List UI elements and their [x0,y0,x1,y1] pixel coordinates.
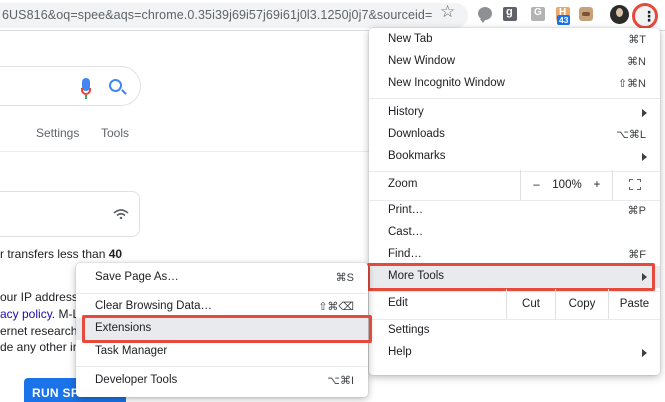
info-text-line: acy policy. M-La [0,307,86,321]
menu-item-new-incognito-window[interactable]: New Incognito Window ⇧⌘N [369,73,660,95]
menu-item-label: Find… [388,248,422,260]
menu-item-zoom: Zoom – 100% + [369,170,660,200]
edit-cut-button[interactable]: Cut [506,289,555,319]
menu-item-downloads[interactable]: Downloads ⌥⌘L [369,124,660,146]
menu-item-label: Help [388,346,412,358]
menu-item-history[interactable]: History [369,102,660,124]
search-icon[interactable] [109,79,122,92]
menu-item-shortcut: ⇧⌘⌫ [318,301,354,313]
menu-item-label: Task Manager [95,345,168,357]
divider [0,151,380,152]
menu-item-edit: Edit Cut Copy Paste [369,289,660,319]
menu-item-label: New Tab [388,33,433,45]
more-tools-submenu: Save Page As… ⌘S Clear Browsing Data… ⇧⌘… [76,263,372,397]
menu-item-label: Zoom [388,178,418,190]
menu-item-new-window[interactable]: New Window ⌘N [369,51,660,73]
menu-item-new-tab[interactable]: New Tab ⌘T [369,29,660,51]
edit-paste-button[interactable]: Paste [608,289,660,319]
chat-extension-icon[interactable] [478,7,492,23]
wifi-icon [113,209,129,219]
fullscreen-button[interactable] [612,170,660,200]
edit-copy-button[interactable]: Copy [555,289,608,319]
menu-item-settings[interactable]: Settings [369,320,660,342]
menu-item-bookmarks[interactable]: Bookmarks [369,146,660,168]
menu-item-label: Developer Tools [95,374,178,386]
zoom-in-button[interactable]: + [582,170,612,200]
info-text-line: de any other inf [0,340,83,354]
submenu-arrow-icon [642,153,647,161]
grammarly-extension-icon[interactable] [503,6,517,21]
menu-item-shortcut: ⌘T [628,34,646,46]
menu-item-shortcut: ⇧⌘N [617,78,646,90]
extensions-highlight-box [82,315,372,343]
submenu-arrow-icon [642,349,647,357]
submenu-item-task-manager[interactable]: Task Manager [76,341,368,363]
address-bar[interactable]: 6US816&oq=spee&aqs=chrome.0.35i39j69i57j… [0,3,468,28]
menu-item-cast[interactable]: Cast… [369,222,660,244]
search-nav-tools[interactable]: Tools [101,126,129,140]
menu-item-shortcut: ⌘N [627,56,646,68]
menu-item-label: Cast… [388,226,424,238]
address-bar-url[interactable]: 6US816&oq=spee&aqs=chrome.0.35i39j69i57j… [2,8,432,22]
extension-g-icon[interactable] [531,7,545,21]
search-nav-settings[interactable]: Settings [36,126,79,140]
profile-avatar[interactable] [610,5,629,24]
menu-item-print[interactable]: Print… ⌘P [369,200,660,222]
bookmark-star-icon[interactable]: ☆ [440,2,455,22]
menu-item-label: Settings [388,324,430,336]
chrome-menu-button[interactable]: ⋮ [632,3,658,29]
submenu-item-save-page-as[interactable]: Save Page As… ⌘S [76,267,368,289]
menu-item-label: New Incognito Window [388,77,505,89]
menu-item-label: Clear Browsing Data… [95,300,212,312]
menu-item-shortcut: ⌘P [627,205,646,217]
mic-icon-base [85,95,87,99]
submenu-item-developer-tools[interactable]: Developer Tools ⌥⌘I [76,370,368,392]
menu-item-label: Print… [388,204,424,216]
fullscreen-icon [629,179,641,190]
menu-item-shortcut: ⌘F [628,249,646,261]
menu-item-label: Downloads [388,128,445,140]
menu-separator [76,366,367,367]
menu-item-shortcut: ⌘S [335,272,354,284]
fox-extension-icon[interactable] [579,7,593,21]
zoom-out-button[interactable]: – [520,170,552,200]
menu-item-help[interactable]: Help [369,342,660,364]
extension-badge: 43 [557,15,571,25]
menu-item-label: Save Page As… [95,271,179,283]
chrome-main-menu: New Tab ⌘T New Window ⌘N New Incognito W… [367,28,660,375]
privacy-policy-link[interactable]: acy policy [0,307,52,321]
submenu-arrow-icon [642,109,647,117]
menu-item-label: Bookmarks [388,150,446,162]
more-tools-highlight-box [367,263,655,291]
menu-item-shortcut: ⌥⌘L [616,129,646,141]
menu-item-shortcut: ⌥⌘I [327,375,354,387]
menu-separator [76,293,367,294]
menu-separator [369,98,660,99]
more-vert-icon: ⋮ [642,8,656,24]
zoom-level: 100% [552,179,582,191]
menu-item-label: History [388,106,424,118]
info-text-line: r transfers less than 40 [0,247,123,261]
menu-item-label: New Window [388,55,456,67]
menu-item-label: Edit [388,297,408,309]
browser-toolbar: 6US816&oq=spee&aqs=chrome.0.35i39j69i57j… [0,0,665,31]
